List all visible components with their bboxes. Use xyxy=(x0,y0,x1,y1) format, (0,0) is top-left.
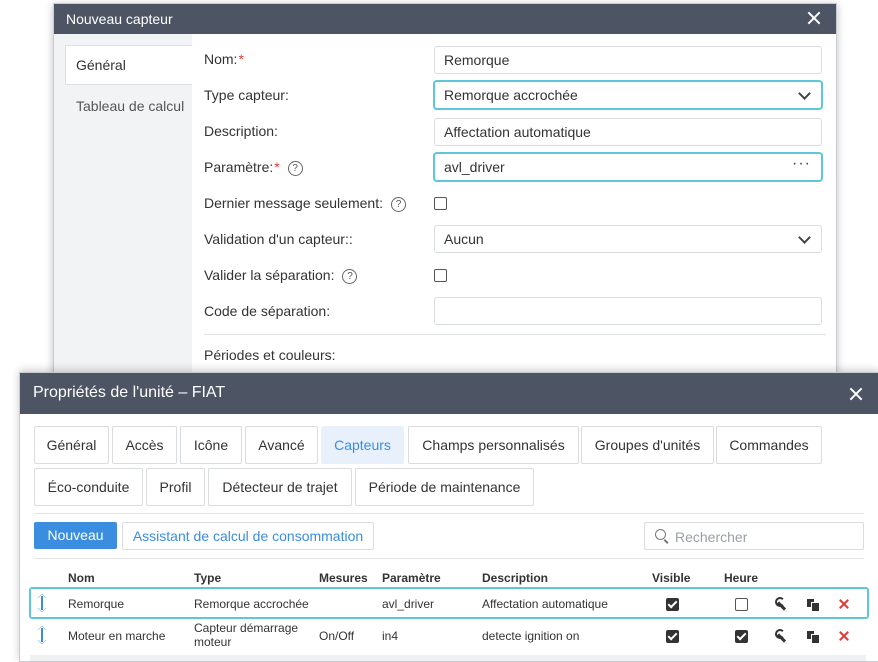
delete-icon[interactable] xyxy=(837,629,851,643)
wrench-icon[interactable] xyxy=(774,597,788,611)
help-icon[interactable]: ? xyxy=(342,269,358,284)
search-icon xyxy=(655,529,666,540)
row-measures: On/Off xyxy=(319,629,355,643)
parameter-label: Paramètre:*? xyxy=(204,159,303,176)
tab-custom-fields[interactable]: Champs personnalisés xyxy=(408,426,579,464)
validation-value: Aucun xyxy=(444,231,484,247)
validation-label: Validation d'un capteur:: xyxy=(204,231,353,247)
table-row[interactable]: Moteur en marche Capteur démarrage moteu… xyxy=(30,621,866,649)
name-input[interactable]: Remorque xyxy=(434,46,822,74)
time-checkbox[interactable] xyxy=(735,598,748,611)
type-label: Type capteur: xyxy=(204,87,289,103)
sensor-dialog-header: Nouveau capteur xyxy=(54,4,836,34)
tab-advanced[interactable]: Avancé xyxy=(245,426,318,464)
new-sensor-button[interactable]: Nouveau xyxy=(34,522,117,549)
tab-general[interactable]: Général xyxy=(34,426,109,464)
parameter-input-value: avl_driver xyxy=(444,159,505,175)
tab-calculation-table[interactable]: Tableau de calcul xyxy=(76,98,184,114)
tab-commands[interactable]: Commandes xyxy=(716,426,822,464)
row-type-line2: moteur xyxy=(194,635,232,649)
description-label: Description: xyxy=(204,123,278,139)
parameter-input[interactable]: avl_driver ··· xyxy=(434,153,822,181)
copy-icon[interactable] xyxy=(806,629,820,644)
unit-dialog-title: Propriétés de l'unité – FIAT xyxy=(33,384,226,401)
divider xyxy=(34,513,864,514)
divider xyxy=(204,334,826,335)
name-label-text: Nom: xyxy=(204,51,238,67)
tab-maintenance-period[interactable]: Période de maintenance xyxy=(355,468,534,506)
close-icon[interactable] xyxy=(806,10,822,26)
col-name[interactable]: Nom xyxy=(68,571,95,585)
parameter-label-text: Paramètre: xyxy=(204,159,274,175)
table-footer xyxy=(30,655,866,661)
sensor-side-tabs: Général Tableau de calcul xyxy=(54,34,192,384)
row-type: Remorque accrochée xyxy=(194,597,309,611)
description-input[interactable]: Affectation automatique xyxy=(434,118,822,146)
consumption-wizard-button[interactable]: Assistant de calcul de consommation xyxy=(122,522,374,550)
delete-icon[interactable] xyxy=(837,597,851,611)
sensor-dialog-title: Nouveau capteur xyxy=(66,11,173,27)
col-parameter[interactable]: Paramètre xyxy=(382,571,441,585)
help-icon[interactable]: ? xyxy=(287,161,303,176)
tab-access[interactable]: Accès xyxy=(112,426,177,464)
time-checkbox[interactable] xyxy=(735,630,748,643)
row-description: Affectation automatique xyxy=(482,597,608,611)
wrench-icon[interactable] xyxy=(774,629,788,643)
drag-handle-icon[interactable] xyxy=(36,626,48,644)
required-mark: * xyxy=(238,51,244,67)
separation-label: Valider la séparation:? xyxy=(204,267,358,284)
sensor-type-select[interactable]: Remorque accrochée xyxy=(434,81,822,109)
sensor-type-value: Remorque accrochée xyxy=(444,87,578,103)
last-message-label: Dernier message seulement:? xyxy=(204,195,406,212)
tab-icon[interactable]: Icône xyxy=(180,426,242,464)
tab-sensors[interactable]: Capteurs xyxy=(321,426,404,464)
row-type-line1: Capteur démarrage xyxy=(194,621,299,635)
row-description: detecte ignition on xyxy=(482,629,580,643)
close-icon[interactable] xyxy=(848,386,864,402)
row-name: Remorque xyxy=(68,597,125,611)
row-parameter: avl_driver xyxy=(382,597,435,611)
name-input-value: Remorque xyxy=(444,52,510,68)
col-description[interactable]: Description xyxy=(482,571,548,585)
table-row[interactable]: Remorque Remorque accrochée avl_driver A… xyxy=(30,588,868,618)
unit-properties-dialog: Propriétés de l'unité – FIAT Général Acc… xyxy=(19,372,878,662)
help-icon[interactable]: ? xyxy=(390,197,406,212)
divider xyxy=(34,558,864,559)
unit-dialog-header: Propriétés de l'unité – FIAT xyxy=(20,373,878,414)
row-parameter: in4 xyxy=(382,629,399,643)
chevron-down-icon xyxy=(798,231,811,244)
col-visible[interactable]: Visible xyxy=(652,571,690,585)
drag-handle-icon[interactable] xyxy=(36,594,48,612)
search-box[interactable] xyxy=(644,522,864,550)
periods-colors-label: Périodes et couleurs: xyxy=(204,347,336,363)
more-icon[interactable]: ··· xyxy=(792,155,811,173)
chevron-down-icon xyxy=(798,87,811,100)
last-message-label-text: Dernier message seulement: xyxy=(204,195,383,211)
name-label: Nom:* xyxy=(204,51,244,67)
separation-label-text: Valider la séparation: xyxy=(204,267,335,283)
last-message-checkbox[interactable] xyxy=(434,197,447,210)
sensor-dialog: Nouveau capteur Général Tableau de calcu… xyxy=(53,3,837,385)
separation-code-input[interactable] xyxy=(434,297,822,325)
row-name: Moteur en marche xyxy=(68,629,166,643)
visible-checkbox[interactable] xyxy=(666,630,679,643)
search-input[interactable] xyxy=(673,526,857,548)
tab-general[interactable]: Général xyxy=(65,45,192,85)
tab-general-label: Général xyxy=(76,57,126,73)
tab-trip-detector[interactable]: Détecteur de trajet xyxy=(208,468,352,506)
tab-profile[interactable]: Profil xyxy=(146,468,205,506)
separation-code-label: Code de séparation: xyxy=(204,303,331,319)
copy-icon[interactable] xyxy=(806,597,820,612)
tab-unit-groups[interactable]: Groupes d'unités xyxy=(581,426,714,464)
required-mark: * xyxy=(274,159,280,175)
col-time[interactable]: Heure xyxy=(724,571,758,585)
separation-checkbox[interactable] xyxy=(434,269,447,282)
col-measures[interactable]: Mesures xyxy=(319,571,368,585)
col-type[interactable]: Type xyxy=(194,571,221,585)
visible-checkbox[interactable] xyxy=(666,598,679,611)
tab-eco-driving[interactable]: Éco-conduite xyxy=(34,468,143,506)
description-input-value: Affectation automatique xyxy=(444,124,591,140)
validation-select[interactable]: Aucun xyxy=(434,225,822,253)
